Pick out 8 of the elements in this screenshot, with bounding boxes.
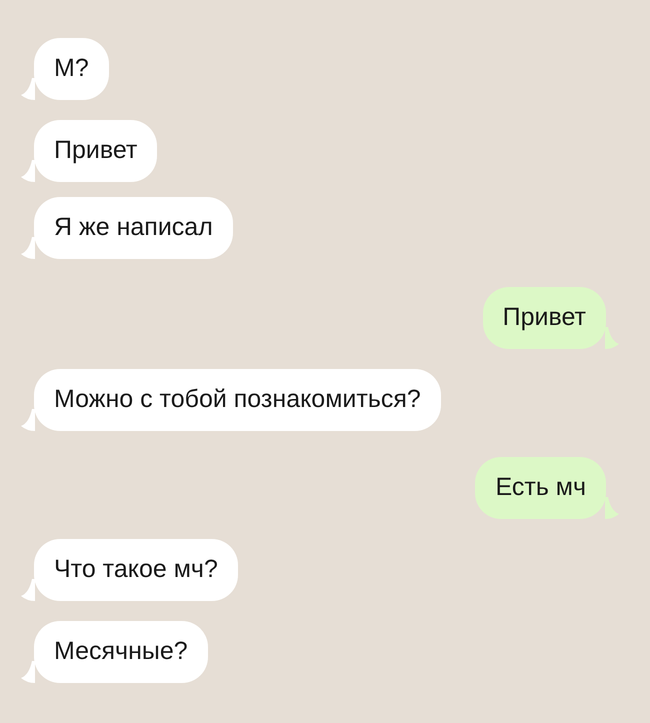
bubble-tail-icon xyxy=(21,160,35,182)
bubble-tail-icon xyxy=(605,327,619,349)
bubble-tail-icon xyxy=(21,579,35,601)
bubble-tail-icon xyxy=(21,661,35,683)
bubble-tail-icon xyxy=(21,237,35,259)
bubble-tail-icon xyxy=(21,78,35,100)
bubble-tail-icon xyxy=(605,497,619,519)
bubble-tail-icon xyxy=(21,409,35,431)
